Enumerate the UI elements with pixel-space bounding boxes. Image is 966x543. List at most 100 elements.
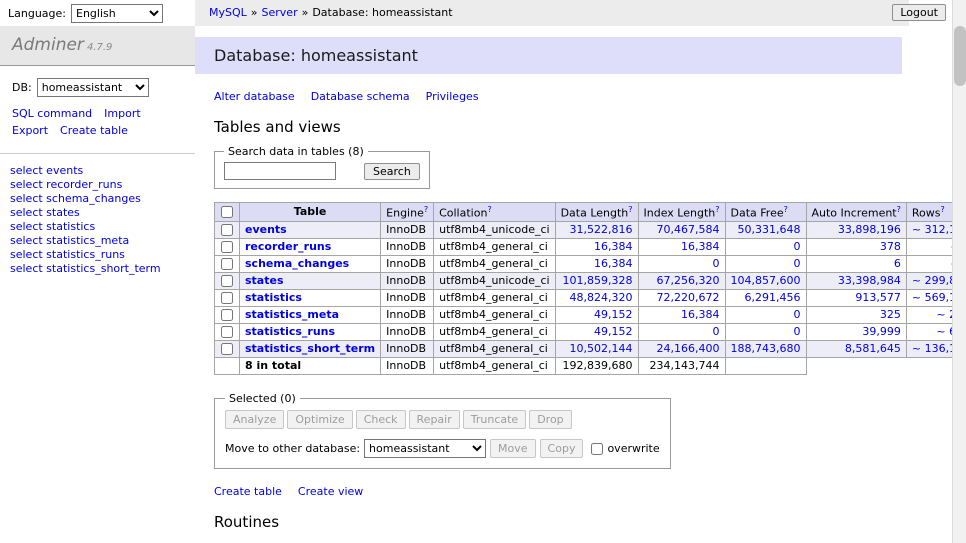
- rows-link-events[interactable]: ~ 312,180: [912, 223, 952, 236]
- move-db-select[interactable]: homeassistant: [364, 439, 486, 458]
- truncate-button[interactable]: Truncate: [463, 410, 526, 429]
- data-free-link-statistics-runs[interactable]: 0: [794, 325, 801, 338]
- table-link-statistics-short-term[interactable]: statistics_short_term: [245, 342, 375, 355]
- index-length-link-statistics-runs[interactable]: 0: [713, 325, 720, 338]
- data-length-link-statistics-meta[interactable]: 49,152: [594, 308, 633, 321]
- auto-increment-help-link[interactable]: ?: [897, 205, 901, 214]
- table-link-statistics-runs[interactable]: statistics_runs: [245, 325, 335, 338]
- index-length-link-statistics[interactable]: 72,220,672: [657, 291, 720, 304]
- data-length-link-schema-changes[interactable]: 16,384: [594, 257, 633, 270]
- index-length-link-statistics-short-term[interactable]: 24,166,400: [657, 342, 720, 355]
- data-length-link-events[interactable]: 31,522,816: [570, 223, 633, 236]
- sidebar-select-events-link[interactable]: select events: [10, 164, 185, 177]
- sql-command-link[interactable]: SQL command: [12, 107, 92, 120]
- move-button[interactable]: Move: [490, 439, 536, 458]
- row-checkbox-schema-changes[interactable]: [221, 258, 233, 270]
- sidebar-select-recorder-runs-link[interactable]: select recorder_runs: [10, 178, 185, 191]
- breadcrumb-server-link[interactable]: Server: [262, 6, 298, 19]
- check-button[interactable]: Check: [356, 410, 406, 429]
- auto-increment-link-statistics[interactable]: 913,577: [855, 291, 901, 304]
- row-checkbox-statistics-meta[interactable]: [221, 309, 233, 321]
- database-schema-link[interactable]: Database schema: [311, 90, 410, 103]
- data-length-link-states[interactable]: 101,859,328: [563, 274, 633, 287]
- search-input[interactable]: [224, 162, 336, 180]
- sidebar-select-statistics-short-term-link[interactable]: select statistics_short_term: [10, 262, 185, 275]
- auto-increment-link-statistics-runs[interactable]: 39,999: [862, 325, 901, 338]
- cell-engine: InnoDB: [381, 221, 434, 238]
- sidebar-select-schema-changes-link[interactable]: select schema_changes: [10, 192, 185, 205]
- search-button[interactable]: Search: [364, 163, 420, 180]
- rows-link-statistics[interactable]: ~ 569,159: [912, 291, 952, 304]
- auto-increment-link-schema-changes[interactable]: 6: [894, 257, 901, 270]
- repair-button[interactable]: Repair: [409, 410, 460, 429]
- logout-button[interactable]: Logout: [892, 4, 946, 21]
- data-length-link-statistics[interactable]: 48,824,320: [570, 291, 633, 304]
- import-link[interactable]: Import: [104, 107, 141, 120]
- auto-increment-link-events[interactable]: 33,898,196: [838, 223, 901, 236]
- sidebar-select-statistics-meta-link[interactable]: select statistics_meta: [10, 234, 185, 247]
- data-length-link-statistics-short-term[interactable]: 10,502,144: [570, 342, 633, 355]
- optimize-button[interactable]: Optimize: [287, 410, 352, 429]
- table-row: statistics_metaInnoDButf8mb4_general_ci4…: [215, 306, 953, 323]
- table-link-states[interactable]: states: [245, 274, 284, 287]
- table-link-events[interactable]: events: [245, 223, 287, 236]
- row-checkbox-states[interactable]: [221, 275, 233, 287]
- sidebar-select-states-link[interactable]: select states: [10, 206, 185, 219]
- table-link-schema-changes[interactable]: schema_changes: [245, 257, 349, 270]
- alter-database-link[interactable]: Alter database: [214, 90, 295, 103]
- data-length-link-statistics-runs[interactable]: 49,152: [594, 325, 633, 338]
- auto-increment-link-states[interactable]: 33,398,984: [838, 274, 901, 287]
- index-length-link-events[interactable]: 70,467,584: [657, 223, 720, 236]
- breadcrumb-mysql-link[interactable]: MySQL: [209, 6, 247, 19]
- sidebar-select-statistics-runs-link[interactable]: select statistics_runs: [10, 248, 185, 261]
- db-select[interactable]: homeassistant: [37, 78, 149, 97]
- scrollbar-thumb[interactable]: [954, 26, 966, 86]
- rows-link-statistics-meta[interactable]: ~ 244: [936, 308, 952, 321]
- engine-help-link[interactable]: ?: [424, 205, 428, 214]
- index-length-link-states[interactable]: 67,256,320: [657, 274, 720, 287]
- sidebar-select-statistics-link[interactable]: select statistics: [10, 220, 185, 233]
- language-select[interactable]: English: [71, 4, 163, 23]
- auto-increment-link-statistics-short-term[interactable]: 8,581,645: [845, 342, 901, 355]
- data-free-link-states[interactable]: 104,857,600: [731, 274, 801, 287]
- create-table-link[interactable]: Create table: [60, 124, 128, 137]
- index-length-link-schema-changes[interactable]: 0: [713, 257, 720, 270]
- auto-increment-link-statistics-meta[interactable]: 325: [880, 308, 901, 321]
- auto-increment-link-recorder-runs[interactable]: 378: [880, 240, 901, 253]
- overwrite-checkbox[interactable]: [591, 443, 603, 455]
- index-length-link-statistics-meta[interactable]: 16,384: [681, 308, 720, 321]
- drop-button[interactable]: Drop: [529, 410, 571, 429]
- data-free-help-link[interactable]: ?: [784, 205, 788, 214]
- row-checkbox-recorder-runs[interactable]: [221, 241, 233, 253]
- vertical-scrollbar[interactable]: [952, 0, 966, 543]
- data-length-link-recorder-runs[interactable]: 16,384: [594, 240, 633, 253]
- create-view-link[interactable]: Create view: [298, 485, 363, 498]
- table-link-statistics-meta[interactable]: statistics_meta: [245, 308, 339, 321]
- analyze-button[interactable]: Analyze: [225, 410, 284, 429]
- row-checkbox-statistics[interactable]: [221, 292, 233, 304]
- rows-link-statistics-short-term[interactable]: ~ 136,108: [912, 342, 952, 355]
- export-link[interactable]: Export: [12, 124, 48, 137]
- data-free-link-schema-changes[interactable]: 0: [794, 257, 801, 270]
- collation-help-link[interactable]: ?: [487, 205, 491, 214]
- table-link-statistics[interactable]: statistics: [245, 291, 302, 304]
- data-free-link-statistics[interactable]: 6,291,456: [745, 291, 801, 304]
- data-free-link-statistics-meta[interactable]: 0: [794, 308, 801, 321]
- rows-help-link[interactable]: ?: [940, 205, 944, 214]
- data-free-link-recorder-runs[interactable]: 0: [794, 240, 801, 253]
- data-length-help-link[interactable]: ?: [628, 205, 632, 214]
- rows-link-states[interactable]: ~ 299,833: [912, 274, 952, 287]
- index-length-help-link[interactable]: ?: [715, 205, 719, 214]
- table-link-recorder-runs[interactable]: recorder_runs: [245, 240, 331, 253]
- row-checkbox-statistics-runs[interactable]: [221, 326, 233, 338]
- index-length-link-recorder-runs[interactable]: 16,384: [681, 240, 720, 253]
- copy-button[interactable]: Copy: [540, 439, 584, 458]
- privileges-link[interactable]: Privileges: [426, 90, 479, 103]
- row-checkbox-statistics-short-term[interactable]: [221, 343, 233, 355]
- rows-link-statistics-runs[interactable]: ~ 628: [936, 325, 952, 338]
- select-all-checkbox[interactable]: [221, 206, 233, 218]
- data-free-link-events[interactable]: 50,331,648: [738, 223, 801, 236]
- row-checkbox-events[interactable]: [221, 224, 233, 236]
- data-free-link-statistics-short-term[interactable]: 188,743,680: [731, 342, 801, 355]
- create-table-link[interactable]: Create table: [214, 485, 282, 498]
